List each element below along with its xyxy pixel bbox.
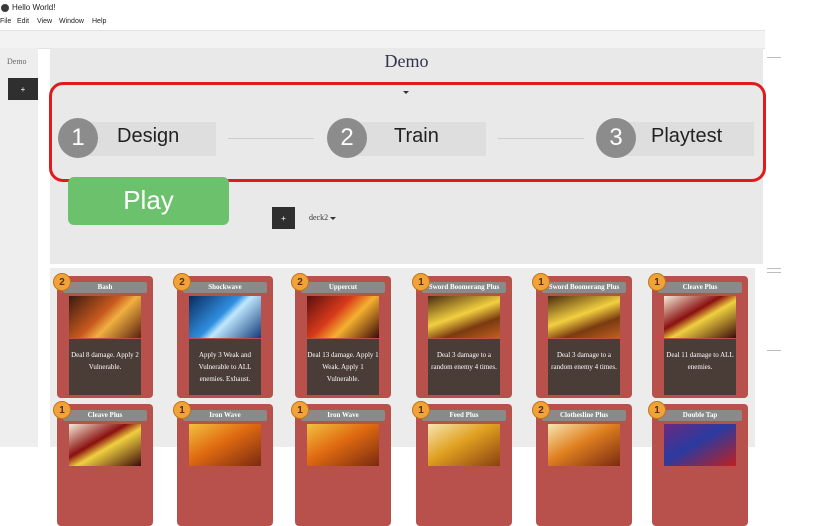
card-cost-badge: 1: [291, 401, 309, 419]
card-cost-badge: 2: [532, 401, 550, 419]
card[interactable]: Iron Wave 1: [291, 401, 391, 526]
card-name: Shockwave: [183, 282, 267, 293]
card-name: Bash: [63, 282, 147, 293]
card-art: [428, 296, 500, 338]
card-art: [189, 296, 261, 338]
sidebar: Demo: [0, 48, 38, 447]
window-title: Hello World!: [12, 3, 56, 12]
card-description: Deal 3 damage to a random enemy 4 times.: [428, 339, 500, 395]
card-list: [50, 268, 755, 447]
card-description: Deal 13 damage. Apply 1 Weak. Apply 1 Vu…: [307, 339, 379, 395]
card-name: Sword Boomerang Plus: [422, 282, 506, 293]
divider: [767, 272, 781, 273]
card-cost-badge: 1: [648, 401, 666, 419]
divider: [767, 350, 781, 351]
card-art: [664, 296, 736, 338]
card[interactable]: Iron Wave 1: [173, 401, 273, 526]
card-cost-badge: 1: [412, 401, 430, 419]
card-description: Deal 3 damage to a random enemy 4 times.: [548, 339, 620, 395]
card-name: Iron Wave: [301, 410, 385, 421]
card[interactable]: Sword Boomerang Plus Deal 3 damage to a …: [412, 273, 512, 398]
card-art: [189, 424, 261, 466]
card-cost-badge: 2: [53, 273, 71, 291]
card-art: [307, 296, 379, 338]
menu-file[interactable]: File: [0, 18, 11, 25]
card[interactable]: Double Tap 1: [648, 401, 748, 526]
card[interactable]: Bash Deal 8 damage. Apply 2 Vulnerable. …: [53, 273, 153, 398]
steps-highlight-annotation: [49, 82, 766, 182]
card-art: [307, 424, 379, 466]
sidebar-item-demo[interactable]: Demo: [7, 57, 27, 66]
page-title: Demo: [384, 51, 429, 71]
card-cost-badge: 1: [53, 401, 71, 419]
play-button[interactable]: Play: [68, 177, 229, 225]
card[interactable]: Feed Plus 1: [412, 401, 512, 526]
card-art: [548, 296, 620, 338]
card-description: Deal 8 damage. Apply 2 Vulnerable.: [69, 339, 141, 395]
card-art: [664, 424, 736, 466]
card-name: Sword Boomerang Plus: [542, 282, 626, 293]
menu-help[interactable]: Help: [92, 18, 106, 25]
card[interactable]: Cleave Plus Deal 11 damage to ALL enemie…: [648, 273, 748, 398]
card-name: Double Tap: [658, 410, 742, 421]
card[interactable]: Sword Boomerang Plus Deal 3 damage to a …: [532, 273, 632, 398]
card-art: [69, 296, 141, 338]
card-name: Uppercut: [301, 282, 385, 293]
card[interactable]: Cleave Plus 1: [53, 401, 153, 526]
card[interactable]: Uppercut Deal 13 damage. Apply 1 Weak. A…: [291, 273, 391, 398]
deck-dropdown[interactable]: deck2: [309, 213, 337, 222]
card-name: Cleave Plus: [63, 410, 147, 421]
deck-dropdown-value: deck2: [309, 213, 329, 222]
card-cost-badge: 2: [173, 273, 191, 291]
chevron-down-icon: [330, 216, 337, 220]
divider: [767, 268, 781, 269]
add-deck-button[interactable]: +: [272, 207, 295, 229]
card-cost-badge: 1: [412, 273, 430, 291]
menu-window[interactable]: Window: [59, 18, 84, 25]
menu-view[interactable]: View: [37, 18, 52, 25]
divider: [767, 57, 781, 58]
card[interactable]: Shockwave Apply 3 Weak and Vulnerable to…: [173, 273, 273, 398]
toolbar-strip: [0, 30, 765, 49]
card-cost-badge: 2: [291, 273, 309, 291]
card-name: Cleave Plus: [658, 282, 742, 293]
card[interactable]: Clothesline Plus 2: [532, 401, 632, 526]
card-description: Deal 11 damage to ALL enemies.: [664, 339, 736, 395]
menu-bar: File Edit View Window Help: [0, 17, 822, 29]
card-description: Apply 3 Weak and Vulnerable to ALL enemi…: [189, 339, 261, 395]
app-icon: [1, 4, 9, 12]
card-name: Feed Plus: [422, 410, 506, 421]
card-art: [548, 424, 620, 466]
sidebar-add-button[interactable]: +: [8, 78, 38, 100]
menu-edit[interactable]: Edit: [17, 18, 29, 25]
card-name: Clothesline Plus: [542, 410, 626, 421]
card-cost-badge: 1: [648, 273, 666, 291]
card-name: Iron Wave: [183, 410, 267, 421]
card-art: [428, 424, 500, 466]
title-bar: Hello World!: [0, 0, 822, 17]
card-art: [69, 424, 141, 466]
card-cost-badge: 1: [173, 401, 191, 419]
card-cost-badge: 1: [532, 273, 550, 291]
